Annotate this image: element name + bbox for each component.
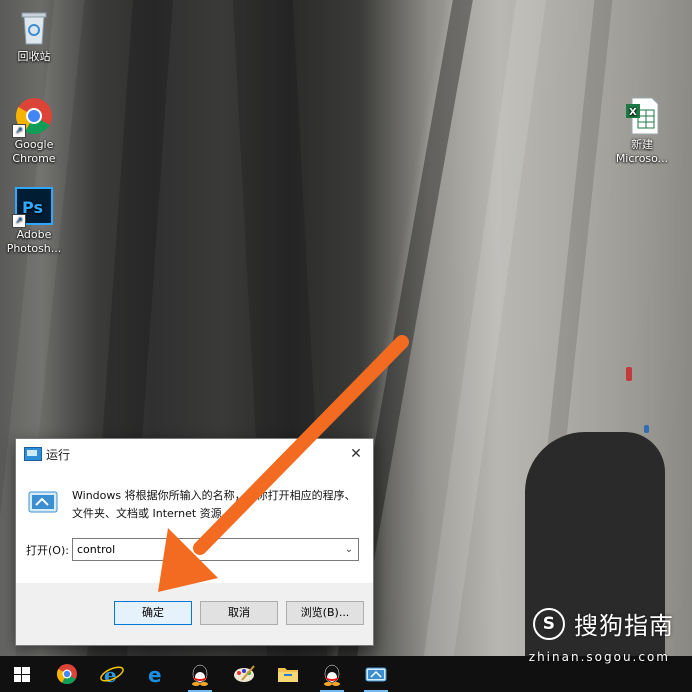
run-dialog-description: Windows 将根据你所输入的名称，为你打开相应的程序、文件夹、文档或 Int… — [72, 489, 356, 520]
desktop-icon-excel-file[interactable]: X 新建 Microso... — [610, 96, 674, 166]
ok-button[interactable]: 确定 — [114, 601, 192, 625]
run-dialog: 运行 ✕ Windows 将根据你所输入的名称，为你打开相应的程序、文件夹、文档… — [15, 438, 374, 646]
run-app-icon — [24, 447, 42, 461]
file-explorer-icon[interactable] — [274, 660, 302, 688]
desktop-icon-chrome[interactable]: ↗ Google Chrome — [2, 96, 66, 166]
open-input[interactable] — [73, 539, 343, 560]
climber-figure — [644, 425, 649, 433]
qq-icon[interactable] — [186, 660, 214, 692]
run-dialog-titlebar[interactable]: 运行 ✕ — [16, 439, 373, 469]
svg-text:X: X — [629, 107, 637, 118]
sogou-logo-icon: S — [532, 607, 565, 640]
browse-button[interactable]: 浏览(B)... — [286, 601, 364, 625]
cancel-button[interactable]: 取消 — [200, 601, 278, 625]
svg-text:e: e — [104, 663, 117, 687]
photoshop-icon: Ps ↗ — [12, 186, 54, 228]
desktop-icon-label: 回收站 — [17, 50, 51, 63]
shortcut-arrow-icon: ↗ — [12, 214, 26, 228]
watermark-text: 搜狗指南 — [574, 612, 674, 640]
run-dialog-title: 运行 — [46, 448, 71, 462]
internet-explorer-icon[interactable]: e — [98, 660, 126, 688]
watermark-url: zhinan.sogou.com — [528, 650, 670, 664]
excel-file-icon: X — [622, 96, 662, 136]
open-label: 打开(O): — [26, 544, 69, 557]
qq-icon[interactable] — [318, 660, 346, 692]
chrome-icon: ↗ — [12, 96, 54, 138]
run-program-icon — [28, 491, 58, 513]
svg-text:e: e — [148, 663, 162, 687]
chrome-icon[interactable] — [53, 660, 81, 688]
run-dialog-footer: 确定 取消 浏览(B)... — [16, 583, 373, 645]
desktop-icon-label: Google Chrome — [12, 138, 56, 165]
desktop-icon-photoshop[interactable]: Ps ↗ Adobe Photosh... — [2, 186, 66, 256]
desktop: 回收站 ↗ Google Chrome Ps ↗ Adobe Photosh..… — [0, 0, 692, 656]
open-combobox[interactable]: ⌄ — [72, 538, 359, 561]
run-app-icon[interactable] — [362, 660, 390, 692]
windows-start-icon[interactable] — [8, 660, 36, 688]
sogou-watermark: S 搜狗指南 — [532, 606, 674, 641]
desktop-icon-label: 新建 Microso... — [615, 138, 669, 165]
chevron-down-icon[interactable]: ⌄ — [340, 539, 358, 560]
desktop-icon-label: Adobe Photosh... — [6, 228, 62, 255]
paint-icon[interactable] — [230, 660, 258, 688]
shortcut-arrow-icon: ↗ — [12, 124, 26, 138]
edge-icon[interactable]: e — [142, 660, 170, 688]
close-button[interactable]: ✕ — [345, 443, 367, 465]
recycle-bin-icon — [14, 8, 54, 48]
desktop-icon-recycle-bin[interactable]: 回收站 — [2, 8, 66, 64]
climber-figure — [626, 367, 632, 381]
